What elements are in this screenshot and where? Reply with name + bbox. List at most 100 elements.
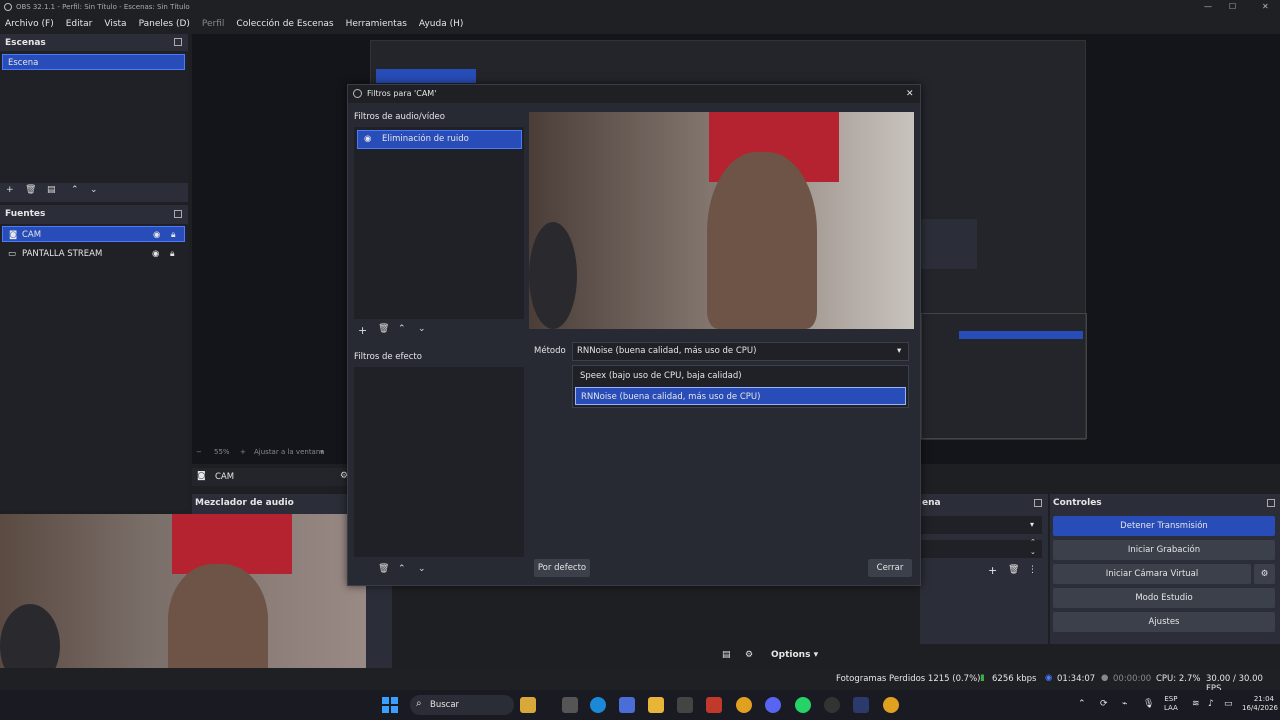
virtualcam-settings-button[interactable]: ⚙ <box>1254 564 1275 584</box>
chevron-down-icon[interactable]: ⌄ <box>1030 548 1036 556</box>
window-title: OBS 32.1.1 - Perfil: Sin Título - Escena… <box>16 3 190 11</box>
filter-item-noise[interactable]: ◉ Eliminación de ruido <box>357 130 522 149</box>
undock-icon[interactable] <box>1267 499 1275 507</box>
eye-icon[interactable]: ◉ <box>152 246 159 262</box>
lock-icon[interactable]: 🔒︎ <box>171 227 176 243</box>
menu-perfil[interactable]: Perfil <box>202 19 225 29</box>
clock[interactable]: 21:04 16/4/2026 <box>1242 695 1278 713</box>
undock-icon[interactable] <box>174 38 182 46</box>
chrome-icon[interactable] <box>736 697 752 713</box>
chevron-down-icon[interactable]: ⌄ <box>418 324 426 334</box>
app-red-icon[interactable] <box>706 697 722 713</box>
obs-taskbar-icon[interactable] <box>824 697 840 713</box>
method-select[interactable]: RNNoise (buena calidad, más uso de CPU) … <box>572 342 909 361</box>
studio-mode-button[interactable]: Modo Estudio <box>1053 588 1275 608</box>
add-icon[interactable]: + <box>358 324 367 337</box>
more-icon[interactable]: ⋮ <box>1028 565 1037 575</box>
scene-item[interactable]: Escena <box>2 54 185 70</box>
trash-icon[interactable]: 🗑 <box>1008 565 1019 575</box>
close-button[interactable]: Cerrar <box>868 559 912 577</box>
transition-select[interactable] <box>920 516 1042 534</box>
lang-primary: ESP <box>1164 695 1178 703</box>
taskbar-search[interactable]: ⌕ Buscar <box>410 695 514 715</box>
effect-filters-list <box>354 367 524 557</box>
lock-icon[interactable]: 🔒︎ <box>170 246 175 262</box>
tray-icon[interactable]: ⟳ <box>1100 699 1108 709</box>
menu-editar[interactable]: Editar <box>66 19 93 29</box>
menu-paneles[interactable]: Paneles (D) <box>139 19 190 29</box>
av-filters-label: Filtros de audio/vídeo <box>354 112 445 122</box>
close-icon[interactable]: ✕ <box>906 85 914 103</box>
stop-stream-button[interactable]: Detener Transmisión <box>1053 516 1275 536</box>
layout-icon[interactable]: ▤ <box>722 650 731 660</box>
chevron-up-icon[interactable]: ⌃ <box>398 324 406 334</box>
scenes-title: Escenas <box>5 38 46 48</box>
dropdown-arrow-icon: ▾ <box>813 650 819 660</box>
zoom-out-icon[interactable]: − <box>196 448 202 456</box>
undock-icon[interactable] <box>1034 499 1042 507</box>
undock-icon[interactable] <box>174 210 182 218</box>
dropdown-arrow-icon[interactable]: ▾ <box>1030 520 1034 529</box>
wifi-icon[interactable]: ≋ <box>1192 699 1200 709</box>
start-recording-button[interactable]: Iniciar Grabación <box>1053 540 1275 560</box>
trash-icon[interactable]: 🗑 <box>378 324 389 334</box>
duration-spinbox[interactable] <box>920 540 1042 558</box>
add-icon[interactable]: + <box>6 185 14 195</box>
settings-icon[interactable]: ⚙ <box>745 650 753 660</box>
chevron-up-icon[interactable]: ⌃ <box>1078 699 1086 709</box>
menu-archivo[interactable]: Archivo (F) <box>5 19 54 29</box>
transitions-dock: ena ▾ ⌃ ⌄ + 🗑 ⋮ <box>920 494 1048 644</box>
dropdown-arrow-icon[interactable]: ▾ <box>320 448 324 456</box>
volume-icon[interactable]: ♪ <box>1208 699 1214 709</box>
menu-vista[interactable]: Vista <box>104 19 126 29</box>
start-virtualcam-button[interactable]: Iniciar Cámara Virtual <box>1053 564 1251 584</box>
flowers-icon[interactable] <box>520 697 536 713</box>
source-item-cam[interactable]: CAM ◙ ◉ 🔒︎ <box>2 226 185 242</box>
fit-label[interactable]: Ajustar a la ventana <box>254 448 325 456</box>
zoom-in-icon[interactable]: + <box>240 448 246 456</box>
filter-label: Eliminación de ruido <box>382 134 469 144</box>
option-speex[interactable]: Speex (bajo uso de CPU, baja calidad) <box>575 368 906 385</box>
edge-icon[interactable] <box>590 697 606 713</box>
effect-filters-label: Filtros de efecto <box>354 352 422 362</box>
gear-icon: ⚙ <box>1260 569 1269 579</box>
filter-icon[interactable]: ▤ <box>47 185 56 195</box>
maximize-icon[interactable]: ☐ <box>1229 0 1236 14</box>
webcam-overlay <box>0 514 366 688</box>
chevron-down-icon[interactable]: ⌄ <box>418 564 426 574</box>
menu-herramientas[interactable]: Herramientas <box>346 19 407 29</box>
copilot-icon[interactable] <box>619 697 635 713</box>
settings-button[interactable]: Ajustes <box>1053 612 1275 632</box>
menu-ayuda[interactable]: Ayuda (H) <box>419 19 463 29</box>
defaults-button[interactable]: Por defecto <box>534 559 590 577</box>
chevron-down-icon[interactable]: ⌄ <box>90 185 98 195</box>
chrome-icon[interactable] <box>883 697 899 713</box>
chevron-up-icon[interactable]: ⌃ <box>71 185 79 195</box>
chevron-up-icon[interactable]: ⌃ <box>1030 538 1036 546</box>
close-icon[interactable]: ✕ <box>1262 0 1269 14</box>
eye-icon[interactable]: ◉ <box>364 131 371 148</box>
source-item-pantalla[interactable]: PANTALLA STREAM ▭ ◉ 🔒︎ <box>2 246 185 262</box>
add-icon[interactable]: + <box>988 564 997 577</box>
mic-icon[interactable]: 🎙︎ <box>1143 699 1154 709</box>
options-button[interactable]: Options ▾ <box>771 650 818 660</box>
windows-start-icon[interactable] <box>381 696 399 714</box>
obs-logo-icon <box>4 3 12 11</box>
option-rnnoise[interactable]: RNNoise (buena calidad, más uso de CPU) <box>575 387 906 405</box>
battery-icon[interactable]: ▭ <box>1224 699 1233 709</box>
app-blue-icon[interactable] <box>853 697 869 713</box>
network-icon[interactable]: ⌁ <box>1122 699 1127 709</box>
trash-icon[interactable]: 🗑 <box>378 564 389 574</box>
sources-title: Fuentes <box>5 209 46 219</box>
whatsapp-icon[interactable] <box>795 697 811 713</box>
trash-icon[interactable]: 🗑 <box>25 185 36 195</box>
minimize-icon[interactable]: — <box>1204 0 1212 14</box>
taskview-icon[interactable] <box>562 697 578 713</box>
eye-icon[interactable]: ◉ <box>153 227 160 243</box>
language-indicator[interactable]: ESP LAA <box>1164 695 1178 713</box>
store-icon[interactable] <box>677 697 693 713</box>
chevron-up-icon[interactable]: ⌃ <box>398 564 406 574</box>
discord-icon[interactable] <box>765 697 781 713</box>
folder-icon[interactable] <box>648 697 664 713</box>
menu-coleccion[interactable]: Colección de Escenas <box>236 19 333 29</box>
